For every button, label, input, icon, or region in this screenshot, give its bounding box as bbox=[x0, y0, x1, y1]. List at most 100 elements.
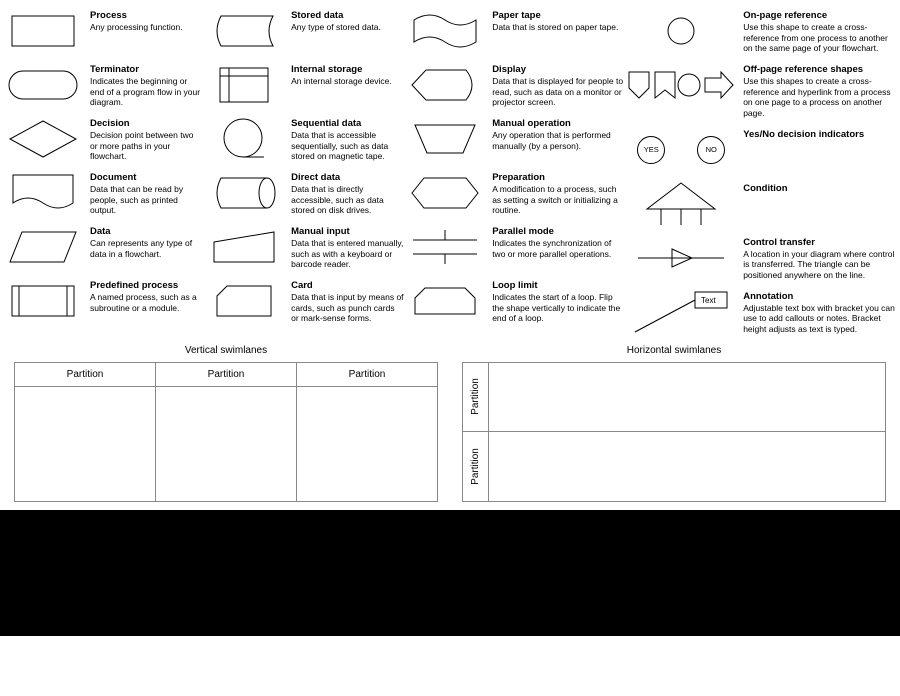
desc: Use this shapes to create a cross-refere… bbox=[743, 76, 896, 119]
item-terminator: Terminator Indicates the beginning or en… bbox=[4, 62, 203, 108]
item-manual-operation: Manual operation Any operation that is p… bbox=[406, 116, 625, 162]
title: Terminator bbox=[90, 64, 203, 75]
black-bar bbox=[0, 510, 900, 636]
manual-input-icon bbox=[205, 224, 283, 270]
title: Process bbox=[90, 10, 203, 21]
title: Annotation bbox=[743, 291, 896, 302]
document-icon bbox=[4, 170, 82, 216]
title: Document bbox=[90, 172, 203, 183]
vertical-swimlanes: Vertical swimlanes Partition Partition P… bbox=[14, 345, 438, 502]
yes-no-icon: YES NO bbox=[627, 127, 735, 173]
process-icon bbox=[4, 8, 82, 54]
title: Off-page reference shapes bbox=[743, 64, 896, 75]
terminator-icon bbox=[4, 62, 82, 108]
desc: Any operation that is performed manually… bbox=[492, 130, 625, 151]
item-display: Display Data that is displayed for peopl… bbox=[406, 62, 625, 108]
item-predefined-process: Predefined process A named process, such… bbox=[4, 278, 203, 324]
desc: Use this shape to create a cross-referen… bbox=[743, 22, 896, 54]
item-parallel-mode: Parallel mode Indicates the synchronizat… bbox=[406, 224, 625, 270]
horizontal-swimlanes: Horizontal swimlanes Partition Partition bbox=[462, 345, 886, 502]
title: Predefined process bbox=[90, 280, 203, 291]
internal-storage-icon bbox=[205, 62, 283, 108]
desc: A location in your diagram where control… bbox=[743, 249, 896, 281]
swimlanes-section: Vertical swimlanes Partition Partition P… bbox=[4, 345, 896, 510]
title: Preparation bbox=[492, 172, 625, 183]
preparation-icon bbox=[406, 170, 484, 216]
item-document: Document Data that can be read by people… bbox=[4, 170, 203, 216]
desc: A modification to a process, such as set… bbox=[492, 184, 625, 216]
item-control-transfer: Control transfer A location in your diag… bbox=[627, 235, 896, 281]
title: Sequential data bbox=[291, 118, 404, 129]
vswim-lane: Partition bbox=[156, 363, 297, 501]
horizontal-swim-title: Horizontal swimlanes bbox=[462, 345, 886, 356]
column-2: Stored data Any type of stored data. Int… bbox=[205, 8, 404, 335]
item-on-page-reference: On-page reference Use this shape to crea… bbox=[627, 8, 896, 54]
column-1: Process Any processing function. Termina… bbox=[4, 8, 203, 335]
partition-label: Partition bbox=[463, 432, 489, 501]
title: Paper tape bbox=[492, 10, 625, 21]
card-icon bbox=[205, 278, 283, 324]
title: Decision bbox=[90, 118, 203, 129]
sequential-data-icon bbox=[205, 116, 283, 162]
on-page-reference-icon bbox=[627, 8, 735, 54]
partition-label: Partition bbox=[15, 363, 155, 387]
desc: Data that is entered manually, such as w… bbox=[291, 238, 404, 270]
desc: Indicates the beginning or end of a prog… bbox=[90, 76, 203, 108]
partition-label: Partition bbox=[156, 363, 296, 387]
item-annotation: Text Annotation Adjustable text box with… bbox=[627, 289, 896, 335]
display-icon bbox=[406, 62, 484, 108]
hswim-row: Partition bbox=[463, 363, 885, 433]
title: Condition bbox=[743, 183, 896, 194]
title: Direct data bbox=[291, 172, 404, 183]
item-off-page-reference: Off-page reference shapes Use this shape… bbox=[627, 62, 896, 119]
title: Parallel mode bbox=[492, 226, 625, 237]
title: Manual operation bbox=[492, 118, 625, 129]
item-internal-storage: Internal storage An internal storage dev… bbox=[205, 62, 404, 108]
desc: Indicates the synchronization of two or … bbox=[492, 238, 625, 259]
manual-operation-icon bbox=[406, 116, 484, 162]
vswim-lane: Partition bbox=[15, 363, 156, 501]
control-transfer-icon bbox=[627, 235, 735, 281]
yes-circle: YES bbox=[637, 136, 665, 164]
condition-icon bbox=[627, 181, 735, 227]
desc: Data that is stored on paper tape. bbox=[492, 22, 625, 33]
title: Data bbox=[90, 226, 203, 237]
title: On-page reference bbox=[743, 10, 896, 21]
item-stored-data: Stored data Any type of stored data. bbox=[205, 8, 404, 54]
desc: Data that is input by means of cards, su… bbox=[291, 292, 404, 324]
desc: Any type of stored data. bbox=[291, 22, 404, 33]
desc: Decision point between two or more paths… bbox=[90, 130, 203, 162]
paper-tape-icon bbox=[406, 8, 484, 54]
item-direct-data: Direct data Data that is directly access… bbox=[205, 170, 404, 216]
desc: Indicates the start of a loop. Flip the … bbox=[492, 292, 625, 324]
item-card: Card Data that is input by means of card… bbox=[205, 278, 404, 324]
desc: Data that can be read by people, such as… bbox=[90, 184, 203, 216]
title: Stored data bbox=[291, 10, 404, 21]
item-process: Process Any processing function. bbox=[4, 8, 203, 54]
desc: Data that is accessible sequentially, su… bbox=[291, 130, 404, 162]
item-decision: Decision Decision point between two or m… bbox=[4, 116, 203, 162]
title: Internal storage bbox=[291, 64, 404, 75]
title: Yes/No decision indicators bbox=[743, 129, 896, 140]
title: Manual input bbox=[291, 226, 404, 237]
vertical-swim-title: Vertical swimlanes bbox=[14, 345, 438, 356]
desc: Any processing function. bbox=[90, 22, 203, 33]
predefined-process-icon bbox=[4, 278, 82, 324]
title: Control transfer bbox=[743, 237, 896, 248]
hswim-row: Partition bbox=[463, 432, 885, 501]
off-page-reference-icon bbox=[627, 62, 735, 108]
desc: A named process, such as a subroutine or… bbox=[90, 292, 203, 313]
item-manual-input: Manual input Data that is entered manual… bbox=[205, 224, 404, 270]
partition-label: Partition bbox=[297, 363, 437, 387]
desc: Data that is directly accessible, such a… bbox=[291, 184, 404, 216]
desc: Data that is displayed for people to rea… bbox=[492, 76, 625, 108]
item-preparation: Preparation A modification to a process,… bbox=[406, 170, 625, 216]
partition-label: Partition bbox=[463, 363, 489, 432]
desc: Can represents any type of data in a flo… bbox=[90, 238, 203, 259]
column-3: Paper tape Data that is stored on paper … bbox=[406, 8, 625, 335]
stored-data-icon bbox=[205, 8, 283, 54]
item-yes-no: YES NO Yes/No decision indicators bbox=[627, 127, 896, 173]
item-paper-tape: Paper tape Data that is stored on paper … bbox=[406, 8, 625, 54]
item-loop-limit: Loop limit Indicates the start of a loop… bbox=[406, 278, 625, 324]
desc: Adjustable text box with bracket you can… bbox=[743, 303, 896, 335]
